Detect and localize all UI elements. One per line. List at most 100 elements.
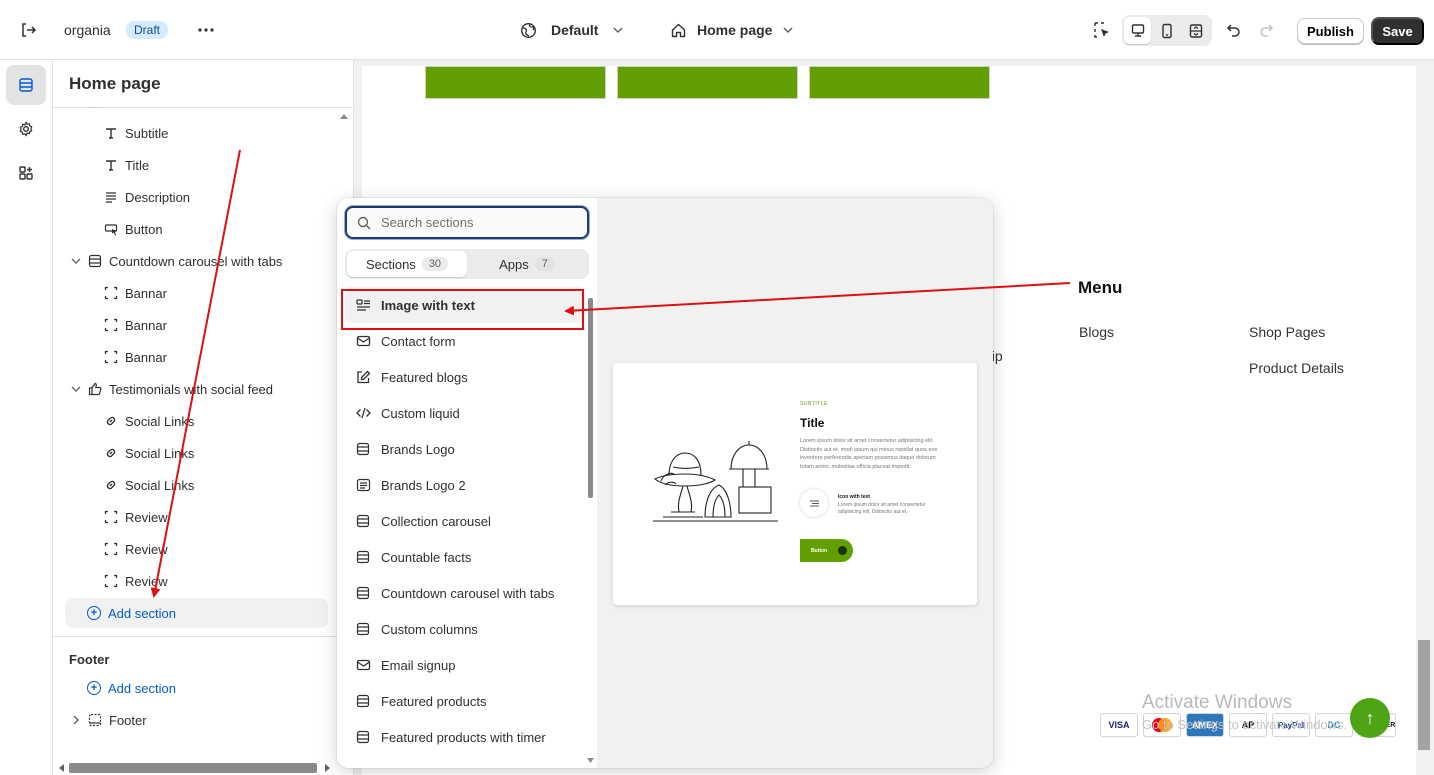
preview-icon-description: Lorem ipsum dolor sit amet consectetur a… xyxy=(838,502,926,515)
section-list-scrollbar[interactable] xyxy=(588,294,595,759)
menu-heading: Menu xyxy=(1078,278,1123,297)
section-list-item-label: Collection carousel xyxy=(381,513,491,529)
section-icon xyxy=(355,441,371,457)
tree-block-item[interactable]: Button xyxy=(103,213,353,245)
tree-block-item[interactable]: Bannar xyxy=(103,277,353,309)
preview-button-label: Button xyxy=(811,547,828,554)
hats-illustration xyxy=(653,431,778,523)
tree-item-label: Review xyxy=(125,509,168,525)
canvas-scroll-thumb[interactable] xyxy=(1418,640,1430,750)
settings-rail-button[interactable] xyxy=(6,109,46,149)
globe-icon xyxy=(520,22,537,39)
tree-section-item[interactable]: Countdown carousel with tabs xyxy=(69,245,353,277)
apps-icon xyxy=(18,165,34,181)
sidebar-divider xyxy=(53,107,353,108)
tree-block-item[interactable]: Social Links xyxy=(103,437,353,469)
apps-rail-button[interactable] xyxy=(6,153,46,193)
tree-section-item[interactable]: Testimonials with social feed xyxy=(69,373,353,405)
tab-sections[interactable]: Sections 30 xyxy=(347,251,467,277)
theme-selector[interactable]: Default xyxy=(520,0,624,60)
section-list-item[interactable]: Countable facts xyxy=(337,539,589,575)
footer-tree-item[interactable]: Footer xyxy=(69,704,353,736)
desktop-view-button[interactable] xyxy=(1124,17,1152,44)
undo-button[interactable] xyxy=(1220,0,1248,60)
mail-icon xyxy=(355,657,371,673)
sections-rail-button[interactable] xyxy=(6,65,46,105)
canvas-vertical-scrollbar[interactable] xyxy=(1416,66,1434,775)
preview-subtitle: SUBTITLE xyxy=(800,401,828,407)
list-scroll-down-icon[interactable] xyxy=(587,758,594,764)
section-icon xyxy=(87,253,103,269)
link-icon xyxy=(103,477,119,493)
section-list: Image with text Contact form Featured blog… xyxy=(337,287,589,768)
search-sections-input[interactable] xyxy=(381,215,571,230)
redo-icon xyxy=(1252,16,1280,44)
menu-link[interactable]: Shop Pages xyxy=(1249,324,1325,340)
inspector-button[interactable] xyxy=(1088,0,1116,60)
select-cursor-icon xyxy=(1088,16,1116,44)
section-list-item[interactable]: Featured blogs xyxy=(337,359,589,395)
redo-button[interactable] xyxy=(1252,0,1280,60)
section-icon xyxy=(355,585,371,601)
tree-block-item[interactable]: Title xyxy=(103,149,353,181)
tree-block-item[interactable]: Social Links xyxy=(103,469,353,501)
tree-item-label: Description xyxy=(125,189,191,205)
save-button[interactable]: Save xyxy=(1371,17,1424,45)
tab-count: 30 xyxy=(421,257,449,271)
page-selector[interactable]: Home page xyxy=(670,0,794,60)
section-list-item[interactable]: Brands Logo xyxy=(337,431,589,467)
search-sections-field[interactable] xyxy=(345,206,589,239)
menu-link[interactable]: Blogs xyxy=(1079,324,1114,340)
preview-button-dot-icon xyxy=(838,546,847,555)
section-list-item[interactable]: Featured products with timer xyxy=(337,719,589,755)
sections-icon xyxy=(18,77,34,93)
tree-block-item[interactable]: Review xyxy=(103,533,353,565)
home-icon xyxy=(670,22,687,39)
menu-link[interactable]: Product Details xyxy=(1249,360,1344,376)
tree-block-item[interactable]: Social Links xyxy=(103,405,353,437)
tree-block-item[interactable]: Bannar xyxy=(103,341,353,373)
sidebar-horizontal-scrollbar[interactable] xyxy=(69,763,317,773)
tree-block-item[interactable]: Bannar xyxy=(103,309,353,341)
section-list-item[interactable]: Custom liquid xyxy=(337,395,589,431)
exit-button[interactable] xyxy=(14,0,42,60)
mail-icon xyxy=(355,333,371,349)
preview-list-icon xyxy=(800,489,828,517)
green-banner-block xyxy=(425,66,606,99)
sidebar-scroll-left-icon[interactable] xyxy=(58,764,64,772)
tree-block-item[interactable]: Description xyxy=(103,181,353,213)
tab-label: Sections xyxy=(365,256,416,272)
tree-block-item[interactable]: Review xyxy=(103,501,353,533)
section-list-item[interactable]: Brands Logo 2 xyxy=(337,467,589,503)
picker-tabs: Sections 30 Apps 7 xyxy=(345,249,589,279)
section-list-item-label: Brands Logo 2 xyxy=(381,477,466,493)
block-icon xyxy=(103,509,119,525)
add-section-button[interactable]: + Add section xyxy=(65,598,328,628)
tab-label: Apps xyxy=(499,256,529,272)
scroll-to-top-button[interactable]: ↑ xyxy=(1350,698,1390,738)
tab-apps[interactable]: Apps 7 xyxy=(467,251,587,277)
section-icon xyxy=(355,513,371,529)
tree-item-label: Social Links xyxy=(125,477,195,493)
more-actions-button[interactable] xyxy=(192,0,220,60)
fullscreen-view-button[interactable] xyxy=(1183,17,1210,44)
section-list-item[interactable]: Featured products xyxy=(337,683,589,719)
search-icon xyxy=(357,216,371,230)
chevron-right-icon xyxy=(69,715,83,725)
mobile-view-button[interactable] xyxy=(1153,17,1180,44)
sidebar-scroll-right-icon[interactable] xyxy=(325,764,331,772)
section-list-item[interactable]: Collection carousel xyxy=(337,503,589,539)
section-list-item[interactable]: Countdown carousel with tabs xyxy=(337,575,589,611)
section-list-item[interactable]: Email signup xyxy=(337,647,589,683)
block-icon xyxy=(103,285,119,301)
section-list-item-label: Email signup xyxy=(381,657,456,673)
paragraph-icon xyxy=(103,189,119,205)
section-list-scroll-thumb[interactable] xyxy=(588,298,593,498)
footer-add-section-button[interactable]: + Add section xyxy=(65,673,328,703)
left-rail xyxy=(0,60,53,775)
tree-block-item[interactable]: Subtitle xyxy=(103,117,353,149)
tree-block-item[interactable]: Review xyxy=(103,565,353,597)
publish-button[interactable]: Publish xyxy=(1297,18,1364,44)
section-preview-pane: SUBTITLE Title Lorem ipsum dolor sit ame… xyxy=(597,198,993,768)
section-list-item[interactable]: Custom columns xyxy=(337,611,589,647)
